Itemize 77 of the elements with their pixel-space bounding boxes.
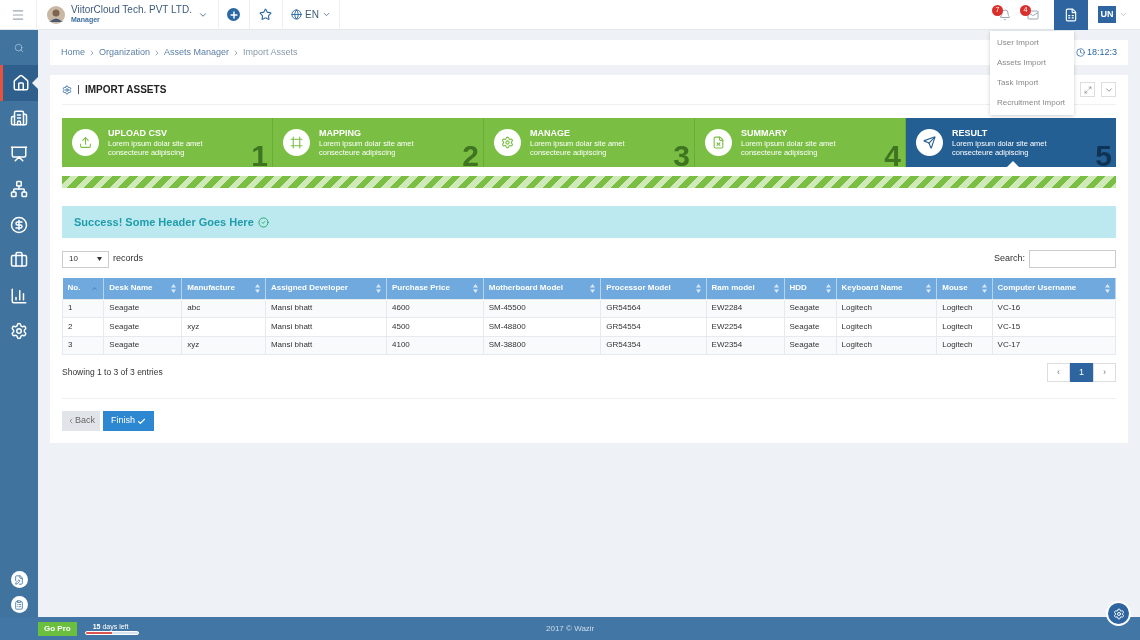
column-header[interactable]: Computer Username xyxy=(992,278,1116,299)
back-button[interactable]: Back xyxy=(62,411,100,431)
language-button[interactable]: EN xyxy=(283,0,340,30)
column-header[interactable]: Purchase Price xyxy=(386,278,484,299)
table-cell: xyz xyxy=(181,317,266,336)
clock-time: 18:12:3 xyxy=(1086,45,1117,59)
table-cell: SM-45500 xyxy=(483,299,601,318)
table-cell: Logitech xyxy=(836,299,937,318)
table-cell: Mansi bhatt xyxy=(265,336,387,355)
records-label: records xyxy=(113,252,143,266)
table-cell: 4600 xyxy=(386,299,484,318)
entries-info: Showing 1 to 3 of 3 entries xyxy=(62,366,163,379)
table-cell: SM-48800 xyxy=(483,317,601,336)
column-header[interactable]: Motherboard Model xyxy=(483,278,601,299)
table-cell: xyz xyxy=(181,336,266,355)
table-cell: VC-16 xyxy=(992,299,1116,318)
pagination-button[interactable]: 1 xyxy=(1070,363,1093,382)
table-cell: GR54564 xyxy=(600,299,707,318)
table-cell: SM-38800 xyxy=(483,336,601,355)
column-header[interactable]: Keyboard Name xyxy=(836,278,937,299)
step-title: SUMMARY xyxy=(741,127,789,138)
table-cell: abc xyxy=(181,299,266,318)
menu-item[interactable]: User Import xyxy=(990,33,1074,53)
table-cell: Seagate xyxy=(103,317,182,336)
search-label: Search: xyxy=(993,252,1025,266)
table-cell: Logitech xyxy=(936,299,993,318)
table-cell: Logitech xyxy=(936,336,993,355)
column-header[interactable]: Assigned Developer xyxy=(265,278,387,299)
table-cell: Seagate xyxy=(103,336,182,355)
table-cell: 2 xyxy=(62,317,104,336)
breadcrumb-link[interactable]: Organization xyxy=(99,45,151,60)
table-cell: 3 xyxy=(62,336,104,355)
page-size-select[interactable]: 10 xyxy=(62,250,109,268)
go-pro-button[interactable]: Go Pro xyxy=(38,621,77,636)
table-cell: 4100 xyxy=(386,336,484,355)
breadcrumb-link[interactable]: Assets Manager xyxy=(164,45,230,60)
column-header[interactable]: Manufacture xyxy=(181,278,266,299)
table-cell: Seagate xyxy=(784,336,837,355)
company-name[interactable]: ViitorCloud Tech. PVT LTD. xyxy=(71,4,192,15)
table-cell: Seagate xyxy=(103,299,182,318)
table-cell: 4500 xyxy=(386,317,484,336)
step-title: MANAGE xyxy=(530,127,571,138)
step-title: MAPPING xyxy=(319,127,362,138)
table-cell: Seagate xyxy=(784,317,837,336)
menu-item[interactable]: Task Import xyxy=(990,73,1074,93)
table-cell: Logitech xyxy=(836,317,937,336)
table-cell: Logitech xyxy=(836,336,937,355)
table-cell: GR54554 xyxy=(600,317,707,336)
column-header[interactable]: Ram model xyxy=(706,278,785,299)
finish-button[interactable]: Finish xyxy=(103,411,155,431)
column-header[interactable]: Desk Name xyxy=(103,278,182,299)
step-title: UPLOAD CSV xyxy=(108,127,168,138)
table-cell: Logitech xyxy=(936,317,993,336)
table-cell: VC-17 xyxy=(992,336,1116,355)
copyright-text: 2017 © Wazir xyxy=(546,622,595,635)
panel-title: IMPORT ASSETS xyxy=(85,83,167,97)
step-title: RESULT xyxy=(952,127,989,138)
menu-item[interactable]: Recruitment Import xyxy=(990,93,1074,113)
alert-text: Success! Some Header Goes Here xyxy=(74,214,254,230)
menu-item[interactable]: Assets Import xyxy=(990,53,1074,73)
table-cell: Mansi bhatt xyxy=(265,299,387,318)
user-avatar[interactable]: UN xyxy=(1098,6,1116,23)
table-cell: Seagate xyxy=(784,299,837,318)
table-cell: Mansi bhatt xyxy=(265,317,387,336)
breadcrumb-link[interactable]: Home xyxy=(61,45,85,60)
column-header[interactable]: Mouse xyxy=(936,278,993,299)
table-cell: EW2354 xyxy=(706,336,785,355)
table-cell: VC-15 xyxy=(992,317,1116,336)
column-header[interactable]: HDD xyxy=(784,278,837,299)
pagination-button[interactable]: ‹ xyxy=(1047,363,1070,382)
table-cell: EW2284 xyxy=(706,299,785,318)
pagination-button[interactable]: › xyxy=(1093,363,1116,382)
table-cell: 1 xyxy=(62,299,104,318)
column-header[interactable]: Processor Model xyxy=(600,278,707,299)
table-cell: GR54354 xyxy=(600,336,707,355)
column-header[interactable]: No. xyxy=(62,278,104,299)
table-cell: EW2254 xyxy=(706,317,785,336)
